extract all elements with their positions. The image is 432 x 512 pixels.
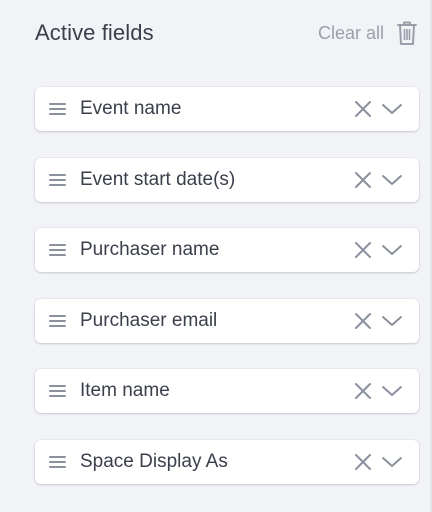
chevron-down-icon[interactable] — [381, 240, 403, 260]
field-label: Purchaser email — [80, 309, 218, 331]
panel-title: Active fields — [35, 20, 154, 45]
drag-handle-icon[interactable] — [49, 243, 66, 257]
row-actions — [353, 452, 403, 472]
active-fields-panel: Active fields Clear all Event name Event… — [0, 0, 432, 512]
field-label: Event start date(s) — [80, 168, 236, 190]
field-row[interactable]: Event name — [35, 87, 419, 131]
chevron-down-icon[interactable] — [381, 170, 403, 190]
drag-handle-icon[interactable] — [49, 455, 66, 469]
chevron-down-icon[interactable] — [381, 311, 403, 331]
row-actions — [353, 240, 403, 260]
drag-handle-icon[interactable] — [49, 314, 66, 328]
field-row[interactable]: Item name — [35, 369, 419, 414]
chevron-down-icon[interactable] — [381, 99, 403, 119]
close-icon[interactable] — [353, 311, 373, 331]
trash-icon[interactable] — [396, 20, 418, 46]
row-actions — [353, 99, 403, 119]
chevron-down-icon[interactable] — [381, 381, 403, 401]
chevron-down-icon[interactable] — [381, 452, 403, 472]
field-label: Space Display As — [80, 450, 228, 472]
field-list: Event name Event start date(s) Purchaser… — [35, 87, 419, 511]
row-actions — [353, 311, 403, 331]
field-row[interactable]: Space Display As — [35, 439, 419, 484]
panel-header: Active fields Clear all — [35, 18, 418, 48]
header-actions: Clear all — [318, 20, 418, 46]
close-icon[interactable] — [353, 381, 373, 401]
drag-handle-icon[interactable] — [49, 173, 66, 187]
close-icon[interactable] — [353, 452, 373, 472]
row-actions — [353, 170, 403, 190]
field-label: Event name — [80, 98, 182, 119]
field-row[interactable]: Purchaser name — [35, 228, 419, 273]
field-label: Item name — [80, 380, 170, 402]
close-icon[interactable] — [353, 170, 373, 190]
drag-handle-icon[interactable] — [49, 384, 66, 398]
field-row[interactable]: Purchaser email — [35, 298, 419, 343]
row-actions — [353, 381, 403, 401]
field-label: Purchaser name — [80, 239, 220, 261]
close-icon[interactable] — [353, 99, 373, 119]
close-icon[interactable] — [353, 240, 373, 260]
field-row[interactable]: Event start date(s) — [35, 157, 419, 202]
drag-handle-icon[interactable] — [49, 102, 66, 116]
clear-all-button[interactable]: Clear all — [318, 23, 384, 44]
